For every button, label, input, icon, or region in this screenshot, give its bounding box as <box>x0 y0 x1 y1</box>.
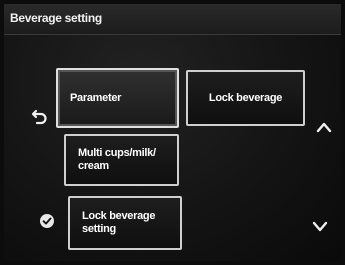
header-bar: Beverage setting <box>4 4 341 35</box>
parameter-button[interactable]: Parameter <box>56 68 179 128</box>
check-icon <box>40 214 54 228</box>
back-arrow-icon[interactable] <box>31 108 49 126</box>
touch-screen: Beverage setting Parameter Lock beverage… <box>4 4 341 261</box>
lock-beverage-button-label: Lock beverage <box>208 91 283 104</box>
lock-setting-button-label: Lock beverage setting <box>82 210 155 236</box>
lock-setting-label-line2: setting <box>82 223 116 235</box>
parameter-button-label: Parameter <box>70 91 122 104</box>
chevron-up-icon[interactable] <box>316 120 332 133</box>
multi-cups-label-line1: Multi cups/milk/ <box>78 147 156 159</box>
multi-cups-milk-cream-button[interactable]: Multi cups/milk/ cream <box>64 134 179 186</box>
multi-cups-label-line2: cream <box>78 160 109 172</box>
chevron-down-icon[interactable] <box>312 219 328 232</box>
lock-setting-label-line1: Lock beverage <box>82 210 156 222</box>
multi-cups-button-label: Multi cups/milk/ cream <box>78 147 156 173</box>
page-title: Beverage setting <box>10 11 102 25</box>
lock-beverage-button[interactable]: Lock beverage <box>186 70 305 126</box>
lock-beverage-setting-button[interactable]: Lock beverage setting <box>68 196 182 250</box>
